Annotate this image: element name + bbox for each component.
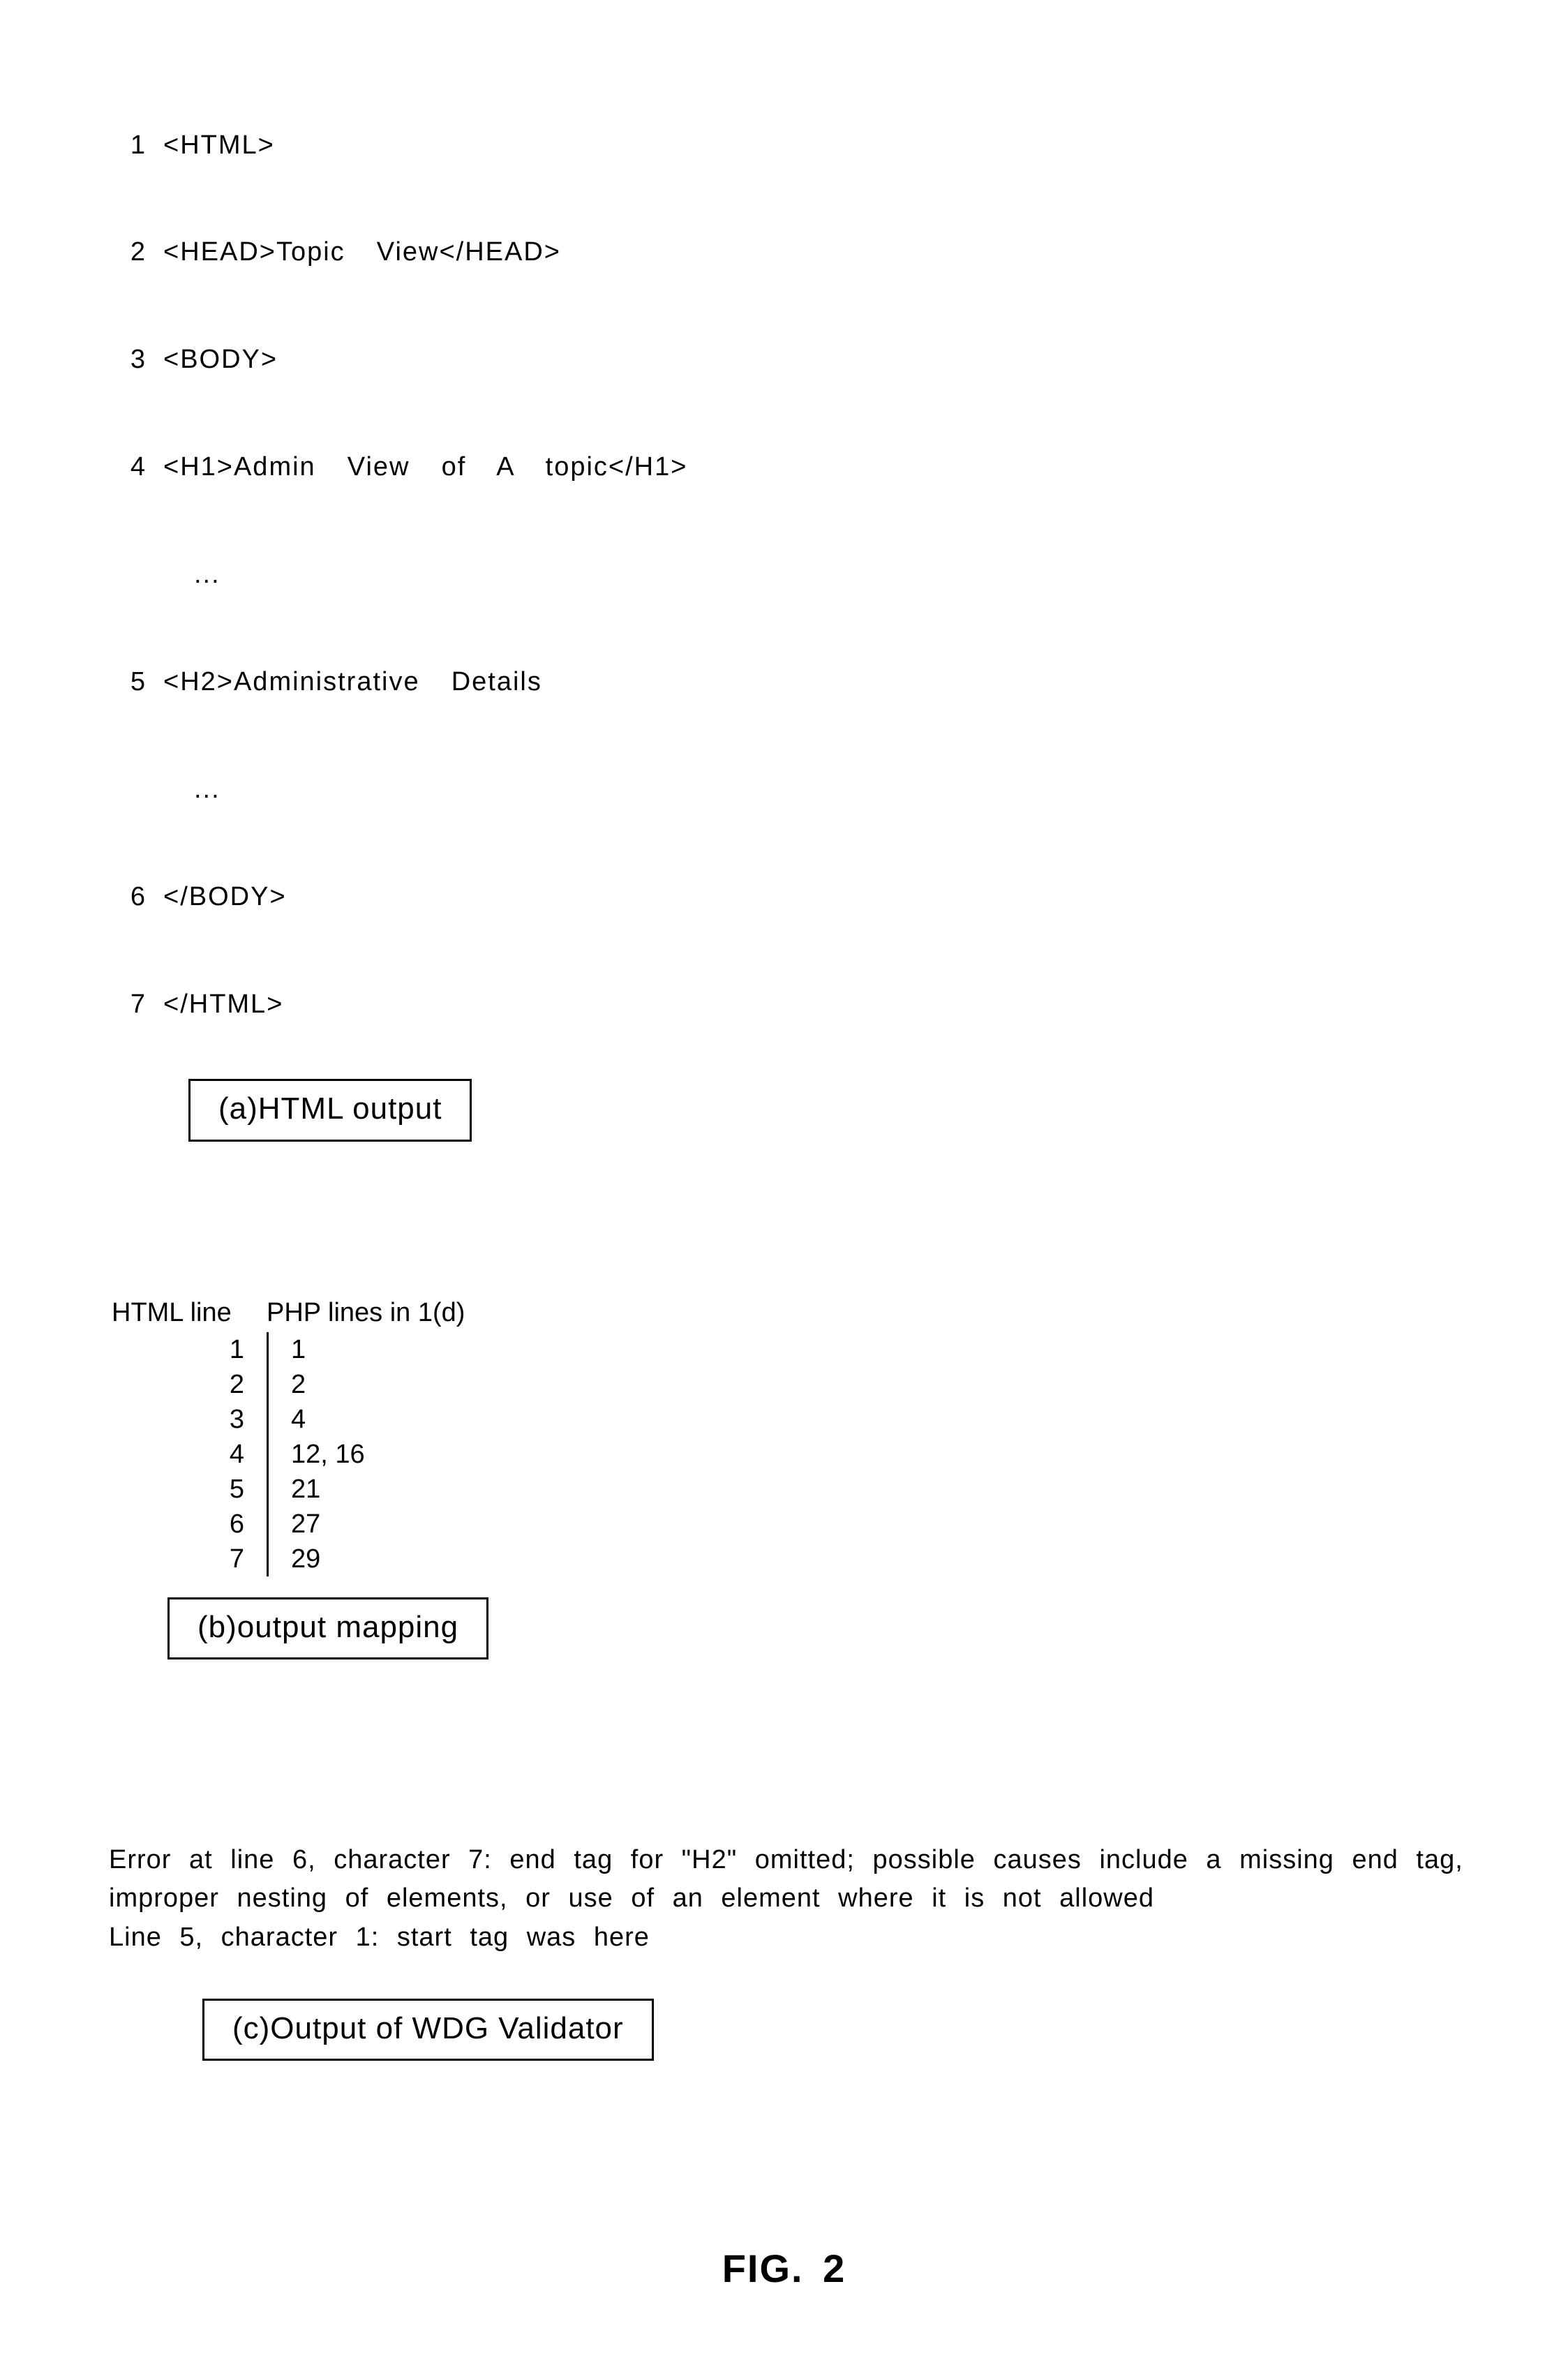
code-line: 2<HEAD>Topic View</HEAD> [98, 234, 1470, 270]
mapping-html-cell: 7 [112, 1542, 244, 1576]
mapping-php-cell: 12, 16 [291, 1437, 365, 1472]
validator-error-line: Error at line 6, character 7: end tag fo… [109, 1841, 1470, 1918]
mapping-php-cell: 21 [291, 1472, 365, 1507]
code-line: 6</BODY> [98, 879, 1470, 915]
mapping-php-cell: 2 [291, 1367, 365, 1402]
code-line-ellipsis: ... [98, 772, 1470, 807]
mapping-header-html: HTML line [112, 1295, 244, 1331]
figure-label: FIG. 2 [98, 2242, 1470, 2295]
caption-c: (c)Output of WDG Validator [202, 1999, 654, 2061]
code-line: 1<HTML> [98, 128, 1470, 163]
output-mapping-table: HTML line PHP lines in 1(d) 1 2 3 4 5 6 … [112, 1295, 1470, 1576]
validator-error-line: Line 5, character 1: start tag was here [109, 1918, 1470, 1957]
code-line: 7</HTML> [98, 987, 1470, 1022]
mapping-header-php: PHP lines in 1(d) [244, 1295, 465, 1331]
code-line: 4<H1>Admin View of A topic</H1> [98, 449, 1470, 485]
caption-b: (b)output mapping [167, 1597, 488, 1659]
code-line-ellipsis: ... [98, 557, 1470, 592]
validator-output: Error at line 6, character 7: end tag fo… [109, 1841, 1470, 1956]
mapping-html-cell: 3 [112, 1402, 244, 1437]
mapping-php-cell: 1 [291, 1332, 365, 1367]
mapping-php-cell: 27 [291, 1507, 365, 1542]
mapping-php-cell: 4 [291, 1402, 365, 1437]
code-line: 5<H2>Administrative Details [98, 664, 1470, 700]
mapping-php-cell: 29 [291, 1542, 365, 1576]
mapping-html-cell: 5 [112, 1472, 244, 1507]
caption-a: (a)HTML output [188, 1079, 472, 1141]
html-output-code: 1<HTML> 2<HEAD>Topic View</HEAD> 3<BODY>… [98, 56, 1470, 1058]
mapping-html-cell: 2 [112, 1367, 244, 1402]
mapping-html-cell: 1 [112, 1332, 244, 1367]
mapping-html-cell: 4 [112, 1437, 244, 1472]
code-line: 3<BODY> [98, 342, 1470, 378]
mapping-html-cell: 6 [112, 1507, 244, 1542]
